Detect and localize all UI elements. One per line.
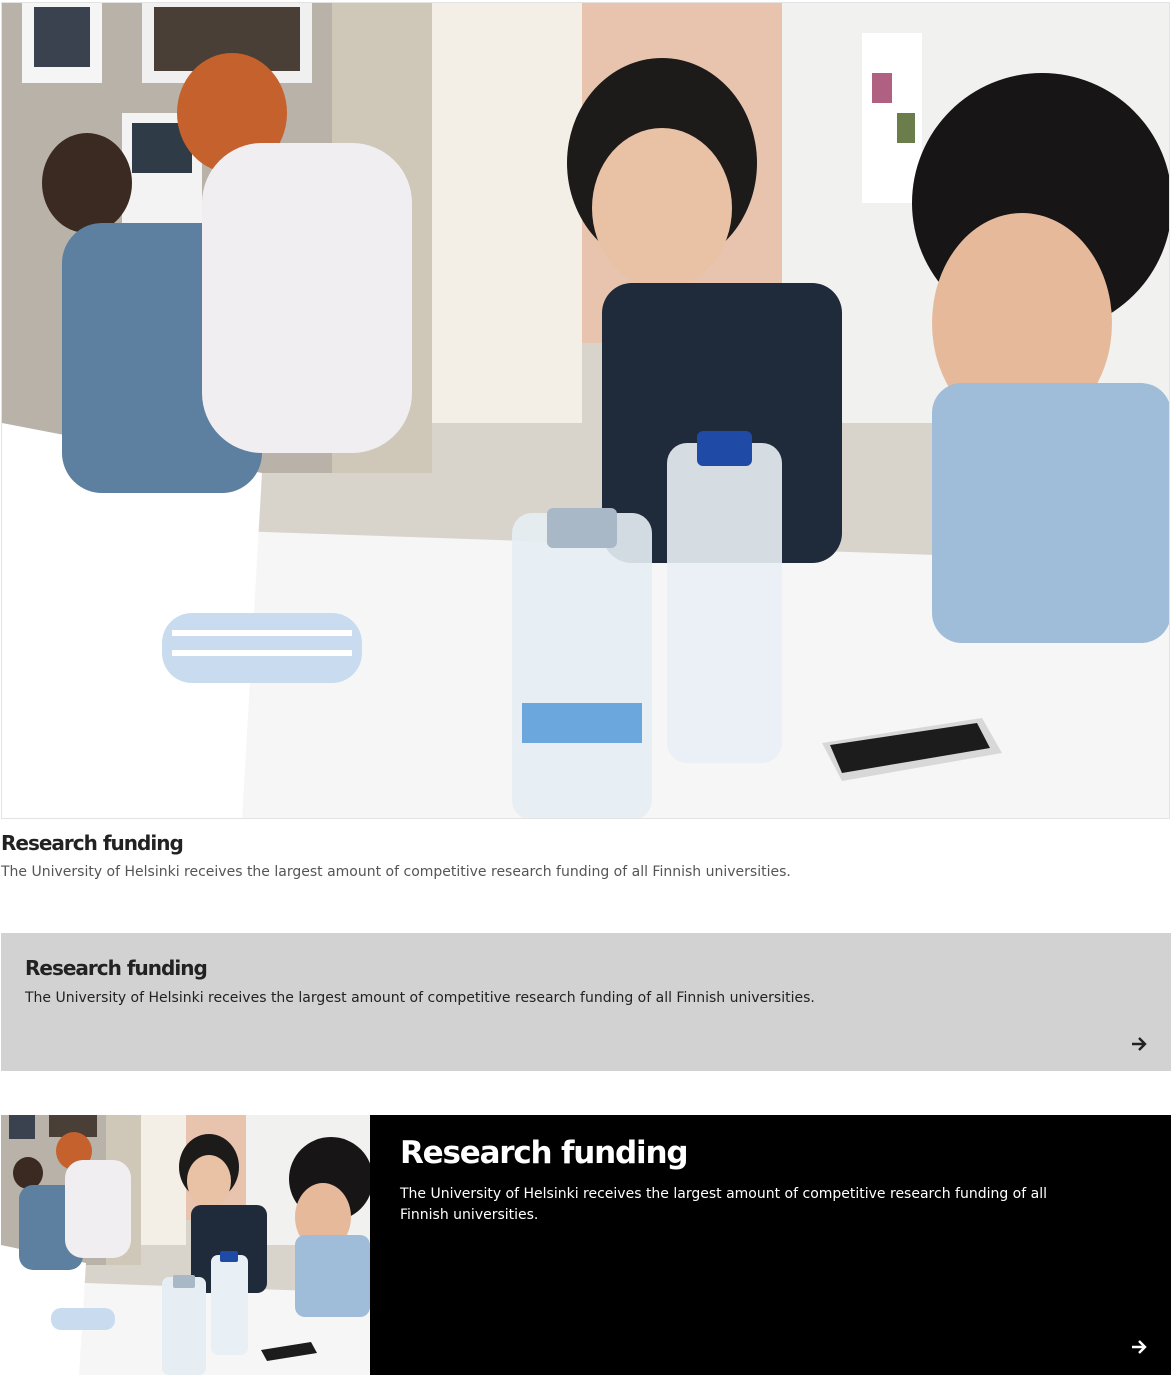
research-funding-card-grey[interactable]: Research funding The University of Helsi… [1,933,1171,1071]
card-title[interactable]: Research funding [1,831,184,855]
students-photo [1,2,1170,819]
card-description: The University of Helsinki receives the … [1,864,791,880]
card-description: The University of Helsinki receives the … [400,1186,1047,1223]
card-description: The University of Helsinki receives the … [25,990,815,1006]
research-funding-card-large[interactable]: Research funding The University of Helsi… [1,2,1170,880]
students-thumbnail-photo [1,1115,370,1375]
research-funding-card-dark[interactable]: Research funding The University of Helsi… [1,1115,1171,1375]
arrow-right-icon[interactable] [1129,1034,1149,1054]
card-title: Research funding [25,956,208,980]
arrow-right-icon[interactable] [1129,1337,1149,1357]
card-title: Research funding [400,1135,689,1171]
